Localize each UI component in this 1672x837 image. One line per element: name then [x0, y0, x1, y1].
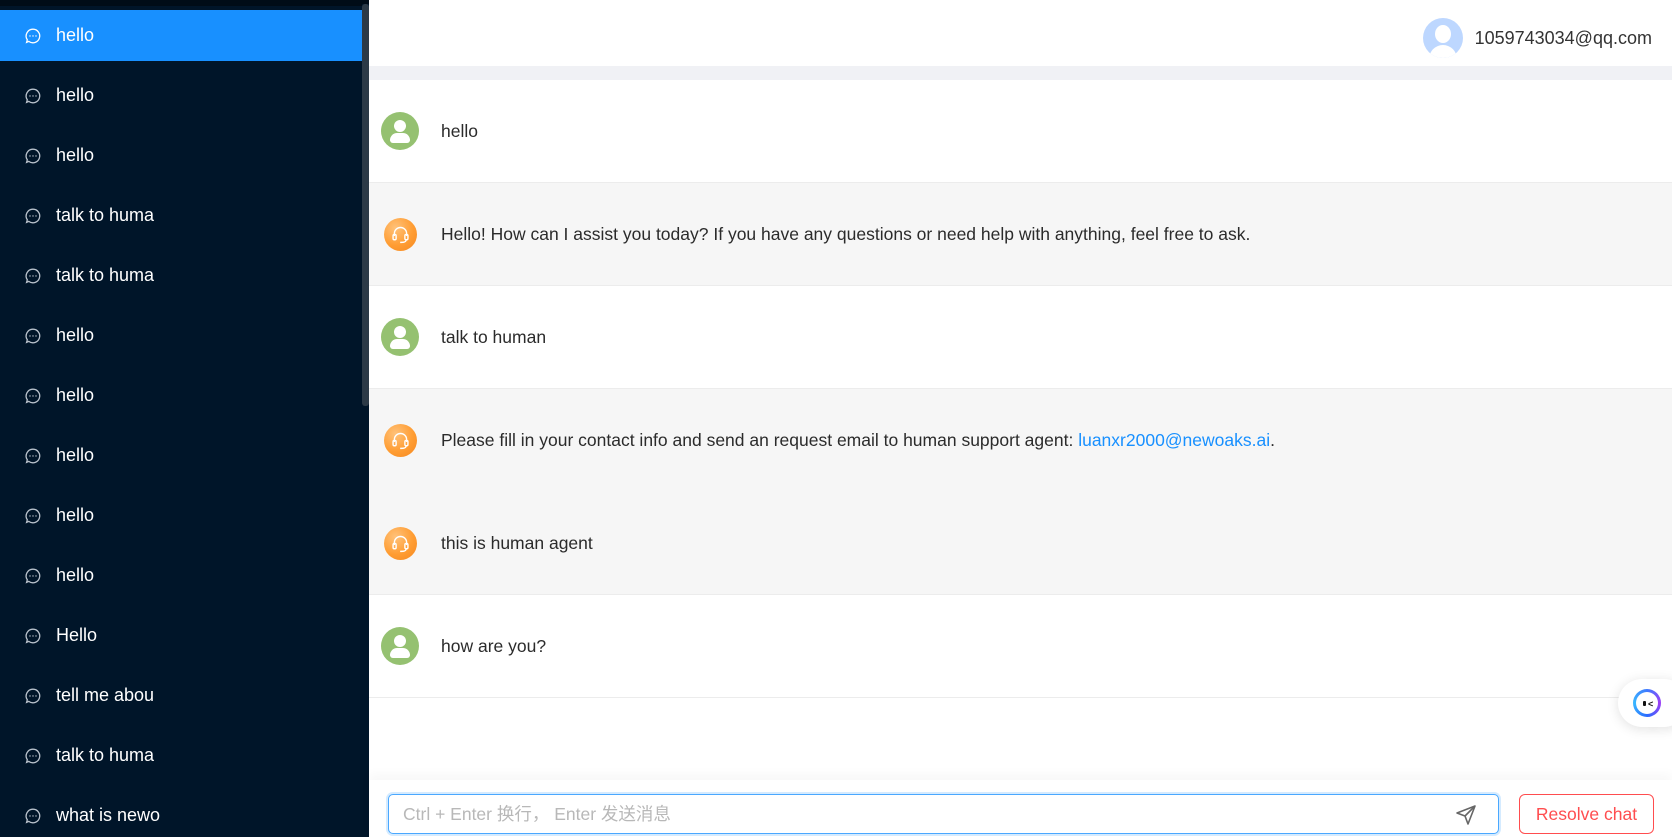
message-body: hello: [441, 120, 478, 141]
sidebar-item-label: tell me abou: [56, 685, 155, 705]
sidebar-item-conversation[interactable]: hello: [0, 430, 362, 481]
send-icon[interactable]: [1454, 803, 1478, 827]
chat-bubble-icon: [24, 807, 42, 825]
user-avatar-icon: [381, 318, 419, 356]
sidebar-item-conversation[interactable]: hello: [0, 550, 362, 601]
sidebar-item-conversation[interactable]: hello: [0, 490, 362, 541]
chat-bubble-icon: [24, 87, 42, 105]
chat-bubble-icon: [24, 207, 42, 225]
resolve-chat-button[interactable]: Resolve chat: [1519, 794, 1654, 834]
chat-bubble-icon: [24, 147, 42, 165]
message-text: Please fill in your contact info and sen…: [441, 430, 1275, 451]
sidebar-item-label: hello: [56, 85, 95, 105]
sidebar-item-conversation[interactable]: Hello: [0, 610, 362, 661]
sidebar-item-label: talk to huma: [56, 265, 155, 285]
message-text: this is human agent: [441, 533, 593, 554]
chat-bubble-icon: [24, 27, 42, 45]
sidebar-scroll-thumb[interactable]: [362, 4, 369, 406]
message-input[interactable]: [403, 795, 1443, 833]
message-text: talk to human: [441, 327, 546, 348]
chat-bubble-icon: [24, 687, 42, 705]
agent-message-row: Please fill in your contact info and sen…: [369, 389, 1672, 492]
message-body: talk to human: [441, 326, 547, 347]
user-avatar-icon[interactable]: [1422, 18, 1463, 58]
message-body: Hello! How can I assist you today? If yo…: [441, 223, 1251, 244]
headset-agent-icon: [384, 217, 417, 251]
headset-agent-icon: [384, 526, 417, 560]
headset-agent-icon: [384, 424, 417, 457]
user-email: 1059743034@qq.com: [1474, 27, 1652, 48]
sidebar-item-label: talk to huma: [56, 205, 155, 225]
sidebar-item-label: what is newo: [56, 805, 161, 825]
support-email-link[interactable]: luanxr2000@newoaks.ai: [1078, 430, 1270, 450]
chat-bubble-icon: [24, 507, 42, 525]
message-body: this is human agent: [441, 532, 593, 553]
user-info[interactable]: 1059743034@qq.com: [1422, 18, 1652, 58]
message-body: Please fill in your contact info and sen…: [441, 430, 1079, 450]
sidebar-item-conversation[interactable]: what is newo: [0, 790, 362, 837]
message-text: Hello! How can I assist you today? If yo…: [441, 224, 1250, 245]
sidebar-item-conversation[interactable]: talk to huma: [0, 250, 362, 301]
chat-bubble-icon: [24, 567, 42, 585]
header-divider: [369, 66, 1672, 80]
message-body: how are you?: [441, 635, 547, 656]
user-message-row: hello: [369, 80, 1672, 183]
chat-bubble-icon: [24, 447, 42, 465]
sidebar-item-conversation[interactable]: talk to huma: [0, 190, 362, 241]
message-list: hello Hello! How can I assist you today? …: [369, 80, 1672, 698]
sidebar-item-conversation[interactable]: hello: [0, 10, 362, 61]
message-text: hello: [441, 121, 478, 142]
chat-bubble-icon: [24, 327, 42, 345]
message-input-box[interactable]: [388, 794, 1499, 834]
sidebar-item-label: hello: [56, 505, 95, 525]
sidebar-item-label: hello: [56, 385, 95, 405]
conversation-list: hello hello hello talk to huma talk to huma h…: [0, 10, 362, 837]
agent-message-row: this is human agent: [369, 492, 1672, 595]
sidebar-top-strip: [0, 0, 369, 6]
sidebar-item-label: talk to huma: [56, 745, 155, 765]
user-avatar-icon: [381, 627, 419, 665]
user-avatar-icon: [381, 112, 419, 150]
sidebar-item-conversation[interactable]: tell me abou: [0, 670, 362, 721]
top-header: 1059743034@qq.com: [369, 0, 1672, 66]
message-text: how are you?: [441, 636, 546, 657]
composer: Resolve chat: [369, 780, 1672, 837]
sidebar-item-label: hello: [56, 445, 95, 465]
agent-message-row: Hello! How can I assist you today? If yo…: [369, 183, 1672, 286]
user-message-row: how are you?: [369, 595, 1672, 698]
user-message-row: talk to human: [369, 286, 1672, 389]
sidebar-item-conversation[interactable]: hello: [0, 310, 362, 361]
chat-bubble-icon: [24, 747, 42, 765]
sidebar-item-conversation[interactable]: hello: [0, 130, 362, 181]
sidebar-item-conversation[interactable]: hello: [0, 370, 362, 421]
sidebar-item-label: Hello: [56, 625, 98, 645]
sidebar-item-label: hello: [56, 25, 95, 45]
sidebar-item-label: hello: [56, 325, 95, 345]
chat-bubble-icon: [24, 267, 42, 285]
sidebar-item-conversation[interactable]: hello: [0, 70, 362, 121]
sidebar-scrollbar[interactable]: [362, 4, 369, 837]
chat-bubble-icon: [24, 387, 42, 405]
message-suffix: .: [1270, 430, 1275, 450]
chat-bubble-icon: [24, 627, 42, 645]
floating-assistant-button[interactable]: <: [1618, 679, 1672, 727]
sidebar-item-label: hello: [56, 565, 95, 585]
conversation-sidebar: hello hello hello talk to huma talk to huma h…: [0, 0, 369, 837]
sidebar-item-label: hello: [56, 145, 95, 165]
bot-face-icon: <: [1633, 689, 1661, 717]
sidebar-item-conversation[interactable]: talk to huma: [0, 730, 362, 781]
